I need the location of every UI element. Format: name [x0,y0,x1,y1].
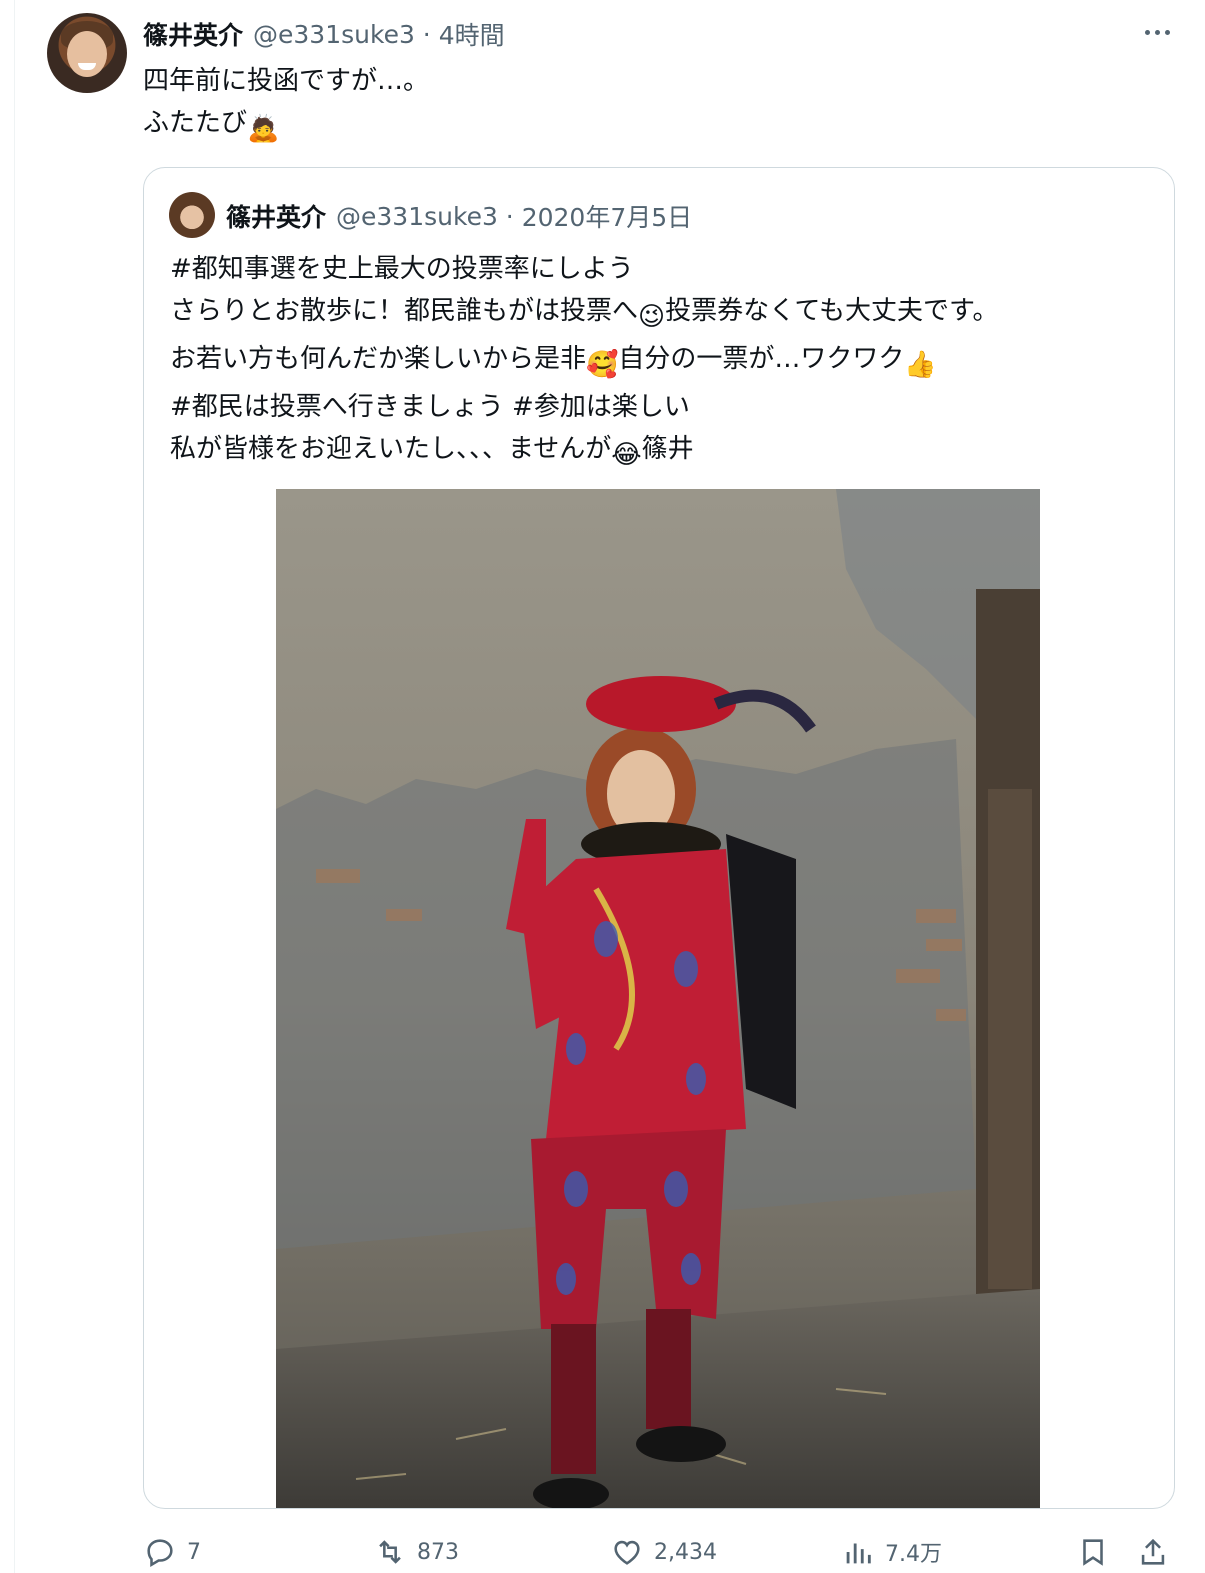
share-button[interactable] [1136,1532,1170,1572]
quoted-line-3b: 自分の一票が…ワクワク [618,344,905,374]
quoted-line-5: 私が皆様をお迎えいたし、、、ませんが [170,434,612,464]
separator-dot: · [497,201,522,231]
thumbs-up-emoji: 👍 [904,350,937,380]
quoted-author-name: 篠井英介 [226,203,327,232]
quoted-line-2b: 投票券なくても大丈夫です。 [665,296,999,326]
like-button[interactable]: 2,434 [610,1532,717,1572]
quoted-tweet[interactable]: 篠井英介 @e331suke3 · 2020年7月5日 #都知事選を史上最大の投… [143,167,1175,1509]
separator-dot: · [414,19,439,49]
like-icon [614,1540,640,1565]
tweet-text: 四年前に投函ですが…。 ふたたび🙇 [143,60,429,150]
author-avatar[interactable] [47,13,127,93]
tweet-line-1: 四年前に投函ですが…。 [143,66,430,96]
reply-button[interactable]: 7 [143,1532,201,1572]
quoted-tweet-photo[interactable] [276,489,1040,1508]
hashtag-line-2: #都民は投票へ行きましょう #参加は楽しい [170,392,690,422]
views-button[interactable]: 7.4万 [841,1532,942,1572]
bookmark-button[interactable] [1076,1532,1110,1572]
author-name[interactable]: 篠井英介 [143,16,243,52]
tweet-header: 篠井英介 @e331suke3 · 4時間 [143,16,505,52]
quoted-tweet-date: 2020年7月5日 [521,203,693,232]
quoted-author-avatar [169,192,215,238]
repost-button[interactable]: 873 [373,1532,459,1572]
hashtag-line: #都知事選を史上最大の投票率にしよう [170,254,634,284]
reply-count: 7 [187,1539,201,1565]
repost-count: 873 [417,1539,459,1565]
smiling-hearts-emoji: 🥰 [586,350,619,380]
quoted-tweet-text: #都知事選を史上最大の投票率にしよう さらりとお散歩に！都民誰もがは投票へ😉投票… [170,248,998,476]
tweet-actions: 7 873 2,434 7.4万 [143,1532,1183,1572]
wink-emoji: 😉 [638,302,666,332]
tweet-time[interactable]: 4時間 [439,16,505,52]
quoted-line-3: お若い方も何んだか楽しいから是非 [170,344,587,374]
quoted-author-handle: @e331suke3 [336,201,498,231]
bookmark-icon [1083,1539,1103,1566]
like-count: 2,434 [654,1539,717,1565]
quoted-line-2: さらりとお散歩に！都民誰もがは投票へ [170,296,639,326]
tweet-line-2: ふたたび [143,108,248,138]
timeline-divider [14,0,15,1573]
bowing-emoji: 🙇 [247,114,280,144]
author-handle[interactable]: @e331suke3 [253,20,415,49]
reply-icon [147,1539,173,1568]
quoted-tweet-header: 篠井英介 @e331suke3 · 2020年7月5日 [226,198,692,234]
views-count: 7.4万 [885,1542,942,1567]
more-icon[interactable] [1140,22,1174,42]
views-icon [846,1543,871,1564]
quoted-line-5b: 篠井 [641,434,694,464]
share-icon [1141,1538,1165,1565]
repost-icon [379,1540,401,1564]
tears-of-joy-emoji: 😂 [611,440,642,470]
